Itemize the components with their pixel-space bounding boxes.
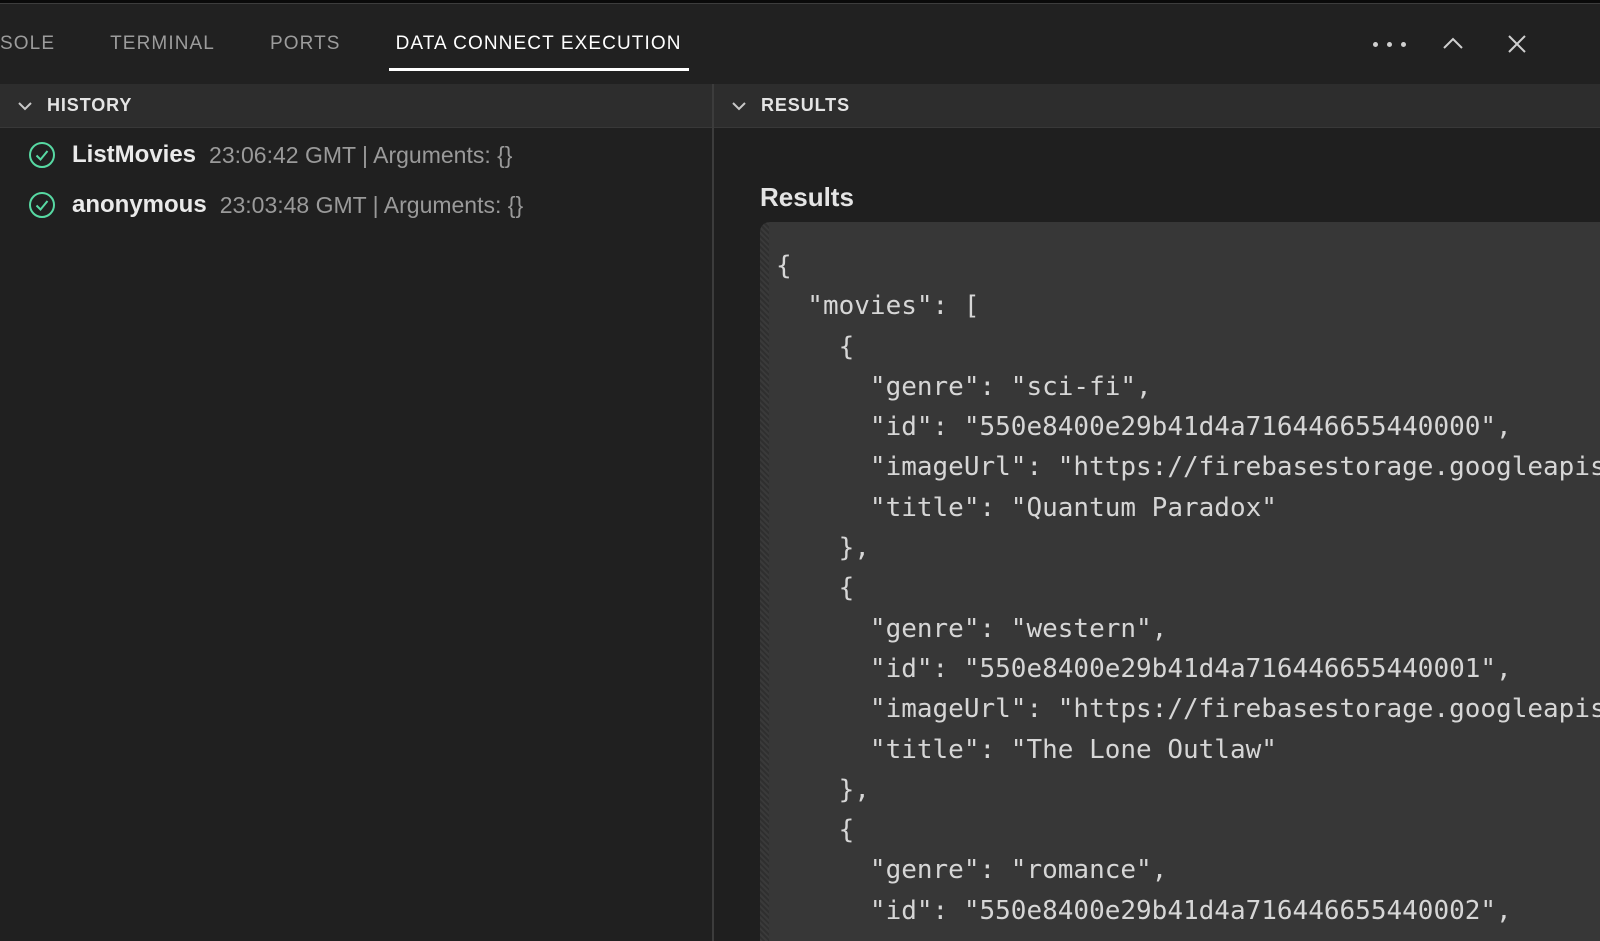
results-panel: RESULTS Results { "movies": [ { "genre":… — [714, 84, 1600, 941]
code-line: { — [776, 568, 1600, 608]
code-line: "id": "550e8400e29b41d4a716446655440001"… — [776, 649, 1600, 689]
code-line: }, — [776, 770, 1600, 810]
chevron-up-maximize-icon[interactable] — [1438, 29, 1468, 59]
code-line: { — [776, 810, 1600, 850]
code-line: "genre": "sci-fi", — [776, 367, 1600, 407]
history-section-title: HISTORY — [47, 95, 132, 116]
panel-tabbar: SOLE TERMINAL PORTS DATA CONNECT EXECUTI… — [0, 4, 1600, 84]
history-item-name: anonymous — [72, 191, 207, 219]
tab-data-connect-execution[interactable]: DATA CONNECT EXECUTION — [396, 4, 682, 84]
more-actions-icon[interactable] — [1374, 29, 1404, 59]
results-section-header[interactable]: RESULTS — [714, 84, 1600, 128]
code-line: "genre": "romance", — [776, 850, 1600, 890]
code-line: { — [776, 327, 1600, 367]
code-line: "genre": "western", — [776, 609, 1600, 649]
success-check-icon — [28, 191, 56, 219]
code-line: "id": "550e8400e29b41d4a716446655440000"… — [776, 407, 1600, 447]
history-item[interactable]: anonymous 23:03:48 GMT | Arguments: {} — [0, 180, 712, 230]
history-section-header[interactable]: HISTORY — [0, 84, 712, 128]
code-line: "imageUrl": "https://firebasestorage.goo… — [776, 689, 1600, 729]
code-line: "title": "Quantum Paradox" — [776, 488, 1600, 528]
history-item-meta: 23:06:42 GMT | Arguments: {} — [209, 142, 512, 169]
results-section-title: RESULTS — [761, 95, 850, 116]
results-json-lines: { "movies": [ { "genre": "sci-fi", "id":… — [760, 222, 1600, 931]
success-check-icon — [28, 141, 56, 169]
code-line: "id": "550e8400e29b41d4a716446655440002"… — [776, 891, 1600, 931]
history-item-meta: 23:03:48 GMT | Arguments: {} — [220, 192, 523, 219]
results-json-code-block[interactable]: { "movies": [ { "genre": "sci-fi", "id":… — [760, 222, 1600, 941]
results-title: Results — [760, 128, 1600, 213]
code-line: "movies": [ — [776, 286, 1600, 326]
history-item-name: ListMovies — [72, 141, 196, 169]
code-line: "imageUrl": "https://firebasestorage.goo… — [776, 447, 1600, 487]
panel-actions — [1374, 4, 1600, 84]
code-block-edge — [760, 222, 769, 941]
history-panel: HISTORY ListMovies 23:06:42 GMT | Argume… — [0, 84, 714, 941]
chevron-down-icon — [14, 95, 36, 117]
code-line: { — [776, 246, 1600, 286]
results-body: Results { "movies": [ { "genre": "sci-fi… — [714, 128, 1600, 941]
chevron-down-icon — [728, 95, 750, 117]
code-line: "title": "The Lone Outlaw" — [776, 730, 1600, 770]
tab-console[interactable]: SOLE — [0, 4, 55, 84]
history-item[interactable]: ListMovies 23:06:42 GMT | Arguments: {} — [0, 130, 712, 180]
panel-body: HISTORY ListMovies 23:06:42 GMT | Argume… — [0, 84, 1600, 941]
close-icon[interactable] — [1502, 29, 1532, 59]
tab-ports[interactable]: PORTS — [270, 4, 341, 84]
history-list: ListMovies 23:06:42 GMT | Arguments: {} … — [0, 128, 712, 230]
code-line: }, — [776, 528, 1600, 568]
tab-terminal[interactable]: TERMINAL — [110, 4, 215, 84]
